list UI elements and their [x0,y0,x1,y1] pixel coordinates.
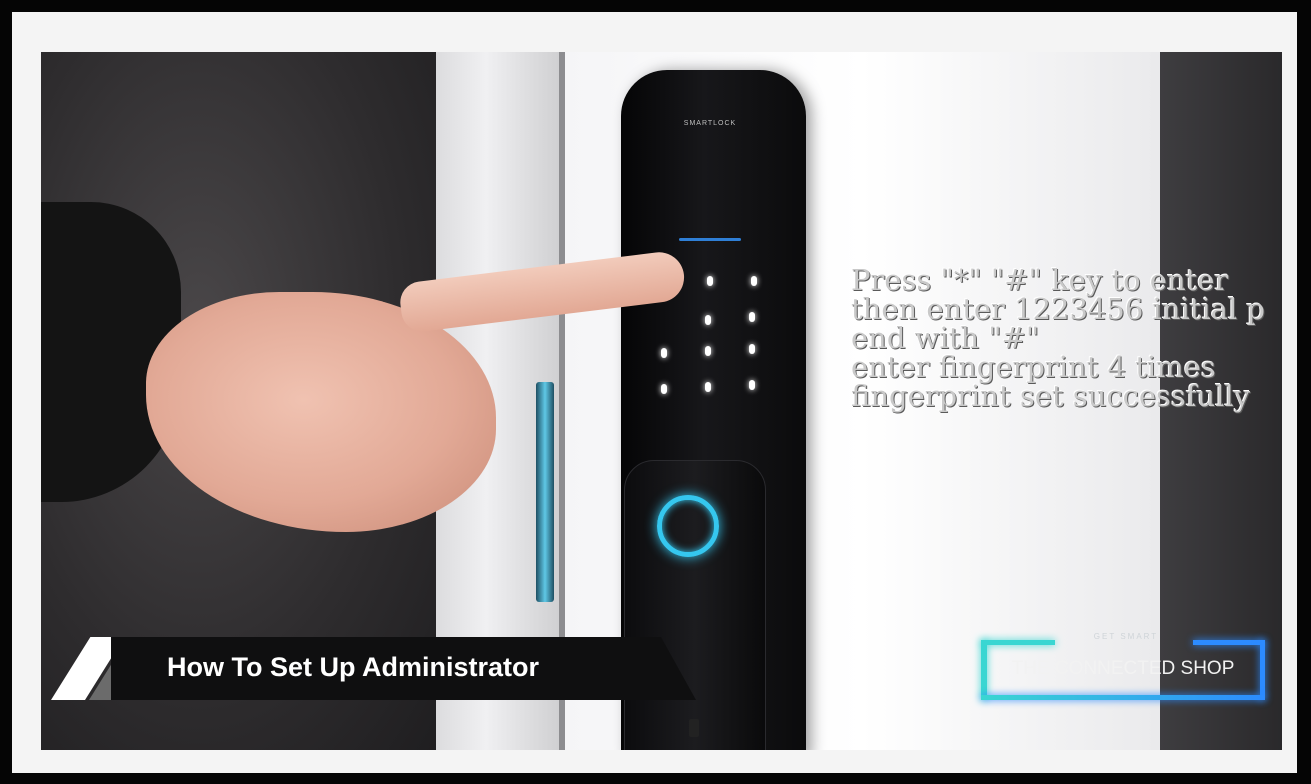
instruction-line: enter fingerprint 4 times [851,350,1216,384]
instruction-caption: Press "*" "#" key to enter then enter 12… [851,266,1282,411]
video-title: How To Set Up Administrator [167,652,540,682]
logo-name: THE CONNECTED SHOP [1011,658,1235,679]
keypad-key [661,348,667,358]
lock-brand-label: SMARTLOCK [683,120,737,127]
keypad-key [751,276,757,286]
lock-handle [624,460,766,750]
keyhole-icon [689,719,699,737]
keypad-key [705,346,711,356]
lock-status-bar [679,238,741,241]
logo-border [1193,640,1265,645]
keypad-key [705,382,711,392]
logo-tagline: GET SMART [1093,632,1159,641]
video-still: SMARTLOCK Press "*" "#" key to enter the… [41,52,1282,750]
keypad-key [749,312,755,322]
logo-border [981,695,1265,700]
keypad-key [749,344,755,354]
keypad-key [707,276,713,286]
logo-border [981,640,1055,645]
door-light-strip [536,382,554,602]
keypad-key [661,384,667,394]
instruction-line: then enter 1223456 initial p [851,292,1266,326]
instruction-line: fingerprint set successfully [851,379,1251,413]
instruction-line: end with "#" [851,321,1040,355]
instruction-line: Press "*" "#" key to enter [851,263,1229,297]
channel-logo: GET SMART THE CONNECTED SHOP [981,632,1265,700]
keypad-key [705,315,711,325]
keypad-key [749,380,755,390]
fingerprint-sensor-icon [657,495,719,557]
